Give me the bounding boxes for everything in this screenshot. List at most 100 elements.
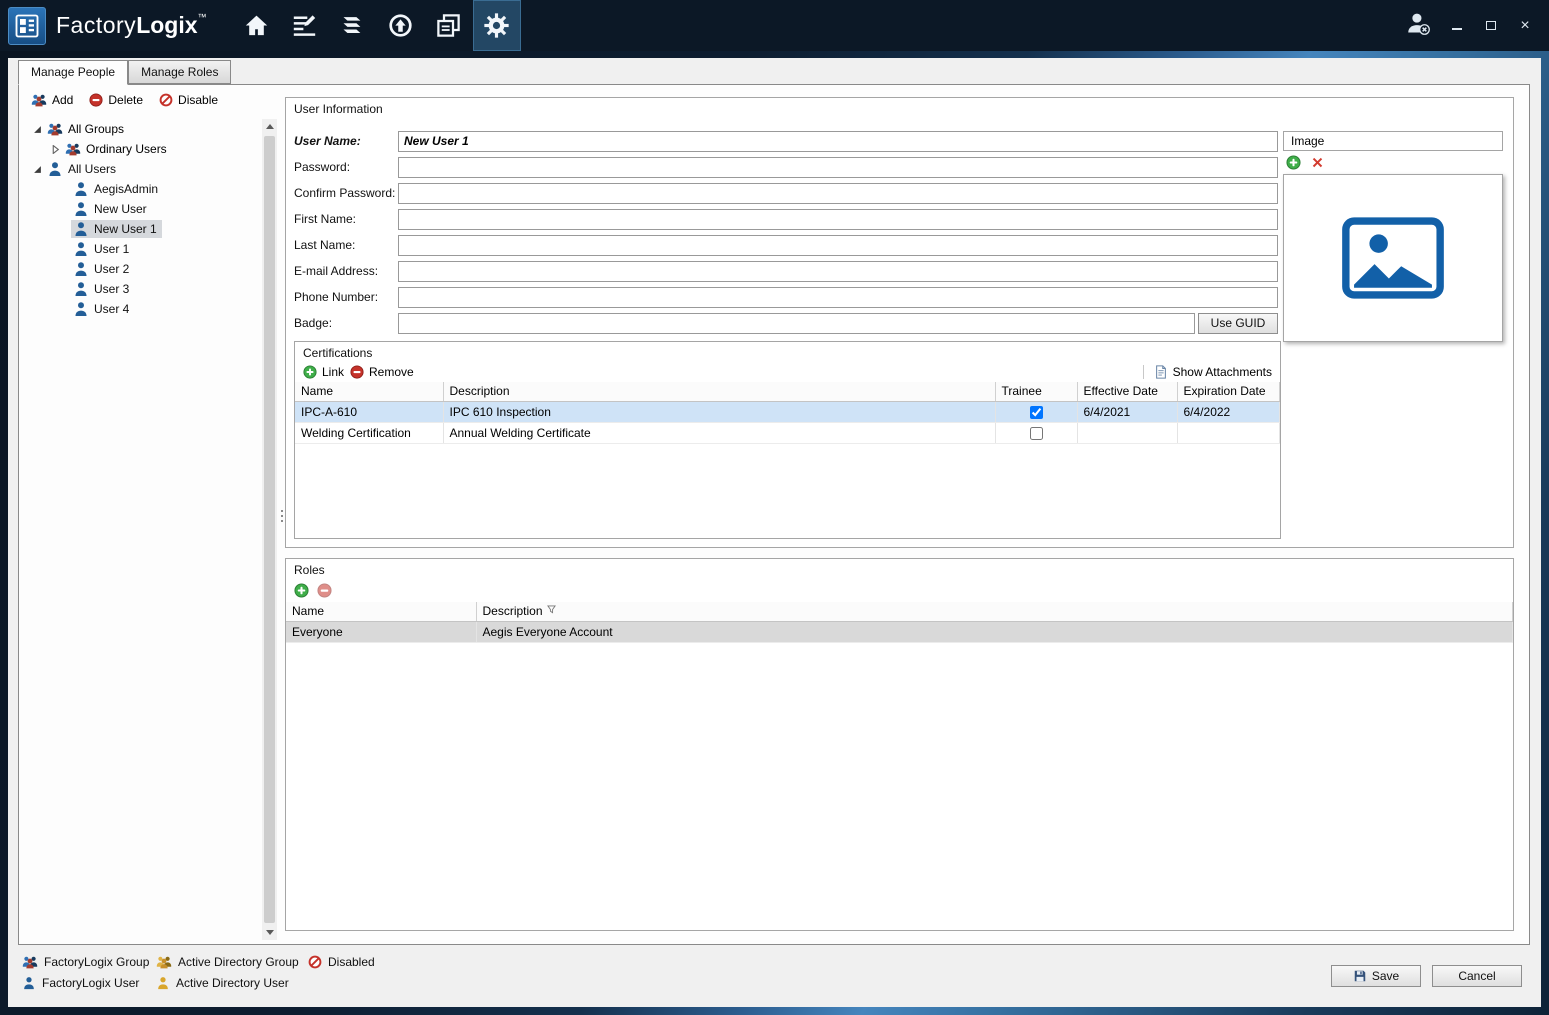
disable-user-button[interactable]: Disable	[159, 93, 218, 107]
cert-name-cell: Welding Certification	[295, 422, 443, 443]
scrollbar-thumb[interactable]	[264, 136, 275, 923]
role-description-label: Description	[483, 604, 543, 618]
save-button[interactable]: Save	[1331, 965, 1421, 987]
user-image-frame[interactable]	[1283, 174, 1503, 342]
email-label: E-mail Address:	[294, 264, 398, 278]
legend-label: Active Directory User	[176, 976, 289, 990]
maximize-button[interactable]	[1483, 18, 1499, 34]
image-remove-button[interactable]	[1310, 155, 1325, 170]
factorylogix-group-icon	[22, 954, 38, 970]
close-button[interactable]: ×	[1517, 18, 1533, 34]
last-name-input[interactable]	[398, 235, 1278, 256]
settings-gear-icon[interactable]	[473, 0, 521, 51]
col-header-description[interactable]: Description	[443, 382, 995, 401]
cancel-button[interactable]: Cancel	[1432, 965, 1522, 987]
save-label: Save	[1372, 969, 1399, 983]
tree-item-ordinary-users[interactable]: Ordinary Users	[19, 139, 261, 159]
factorylogix-user-icon	[22, 976, 36, 990]
role-row[interactable]: Everyone Aegis Everyone Account	[286, 621, 1513, 642]
badge-input[interactable]	[398, 313, 1195, 334]
certification-row[interactable]: Welding Certification Annual Welding Cer…	[295, 422, 1280, 443]
confirm-password-input[interactable]	[398, 183, 1278, 204]
brand-part-2: Logix	[136, 12, 197, 38]
scroll-down-icon[interactable]	[262, 925, 277, 940]
show-attachments-button[interactable]: Show Attachments	[1154, 365, 1272, 379]
user-icon	[73, 301, 89, 317]
tree-item-new-user-1[interactable]: New User 1	[19, 219, 261, 239]
legend-disabled: Disabled	[308, 954, 375, 970]
home-icon[interactable]	[233, 0, 281, 51]
email-input[interactable]	[398, 261, 1278, 282]
image-add-button[interactable]	[1286, 155, 1301, 170]
col-header-name[interactable]: Name	[295, 382, 443, 401]
save-floppy-icon	[1353, 969, 1367, 983]
certifications-title: Certifications	[295, 342, 1280, 362]
col-header-expiration-date[interactable]: Expiration Date	[1177, 382, 1280, 401]
tree-item-user-1[interactable]: User 1	[19, 239, 261, 259]
role-description-cell: Aegis Everyone Account	[476, 621, 1513, 642]
tree-item-user-2[interactable]: User 2	[19, 259, 261, 279]
expander-open-icon[interactable]	[33, 165, 45, 174]
remove-certification-button[interactable]: Remove	[350, 365, 414, 379]
tab-manage-roles[interactable]: Manage Roles	[128, 60, 231, 84]
production-icon[interactable]	[377, 0, 425, 51]
cert-expiration-cell	[1177, 422, 1280, 443]
tree-item-label: New User	[94, 202, 147, 216]
user-icon	[73, 241, 89, 257]
minimize-button[interactable]	[1449, 18, 1465, 34]
password-input[interactable]	[398, 157, 1278, 178]
col-header-effective-date[interactable]: Effective Date	[1077, 382, 1177, 401]
active-directory-group-icon	[156, 954, 172, 970]
link-certification-button[interactable]: Link	[303, 365, 344, 379]
remove-role-button[interactable]	[317, 583, 332, 598]
tree-item-user-4[interactable]: User 4	[19, 299, 261, 319]
expander-closed-icon[interactable]	[51, 145, 63, 154]
certification-row[interactable]: IPC-A-610 IPC 610 Inspection 6/4/2021 6/…	[295, 401, 1280, 422]
filter-icon[interactable]	[547, 605, 556, 614]
user-icon	[73, 261, 89, 277]
certifications-table: Name Description Trainee Effective Date …	[295, 382, 1280, 444]
tree-item-aegisadmin[interactable]: AegisAdmin	[19, 179, 261, 199]
use-guid-button[interactable]: Use GUID	[1198, 313, 1278, 334]
tree-item-user-3[interactable]: User 3	[19, 279, 261, 299]
cert-effective-cell: 6/4/2021	[1077, 401, 1177, 422]
image-section-title: Image	[1283, 131, 1503, 151]
manage-people-panel: Add Delete Disable	[18, 84, 1530, 945]
col-header-trainee[interactable]: Trainee	[995, 382, 1077, 401]
trainee-checkbox[interactable]	[1030, 427, 1043, 440]
add-role-button[interactable]	[294, 583, 309, 598]
main-nav	[233, 0, 521, 51]
reports-icon[interactable]	[425, 0, 473, 51]
tree-item-new-user[interactable]: New User	[19, 199, 261, 219]
cert-description-cell: Annual Welding Certificate	[443, 422, 995, 443]
add-user-button[interactable]: Add	[31, 92, 73, 108]
user-name-label: User Name:	[294, 134, 398, 148]
panel-splitter[interactable]	[278, 85, 285, 944]
cancel-label: Cancel	[1458, 969, 1495, 983]
user-name-input[interactable]	[398, 131, 1278, 152]
tab-manage-people[interactable]: Manage People	[18, 60, 128, 85]
col-header-role-description[interactable]: Description	[476, 602, 1513, 621]
user-session-icon[interactable]	[1405, 10, 1431, 41]
trainee-checkbox[interactable]	[1030, 406, 1043, 419]
add-label: Add	[52, 93, 73, 107]
user-icon	[47, 161, 63, 177]
expander-open-icon[interactable]	[33, 125, 45, 134]
tree-scrollbar[interactable]	[262, 119, 277, 940]
col-header-role-name[interactable]: Name	[286, 602, 476, 621]
phone-input[interactable]	[398, 287, 1278, 308]
delete-user-button[interactable]: Delete	[89, 93, 143, 107]
first-name-label: First Name:	[294, 212, 398, 226]
user-icon	[73, 201, 89, 217]
materials-icon[interactable]	[329, 0, 377, 51]
user-detail-area: User Information User Name: Password: Co…	[285, 85, 1528, 943]
first-name-input[interactable]	[398, 209, 1278, 230]
tree-item-label: AegisAdmin	[94, 182, 158, 196]
tree-item-all-groups[interactable]: All Groups	[19, 119, 261, 139]
cert-expiration-cell: 6/4/2022	[1177, 401, 1280, 422]
forms-icon[interactable]	[281, 0, 329, 51]
window-content: Manage People Manage Roles Add Delete	[8, 58, 1541, 1007]
tree-item-all-users[interactable]: All Users	[19, 159, 261, 179]
scroll-up-icon[interactable]	[262, 119, 277, 134]
user-icon	[73, 281, 89, 297]
